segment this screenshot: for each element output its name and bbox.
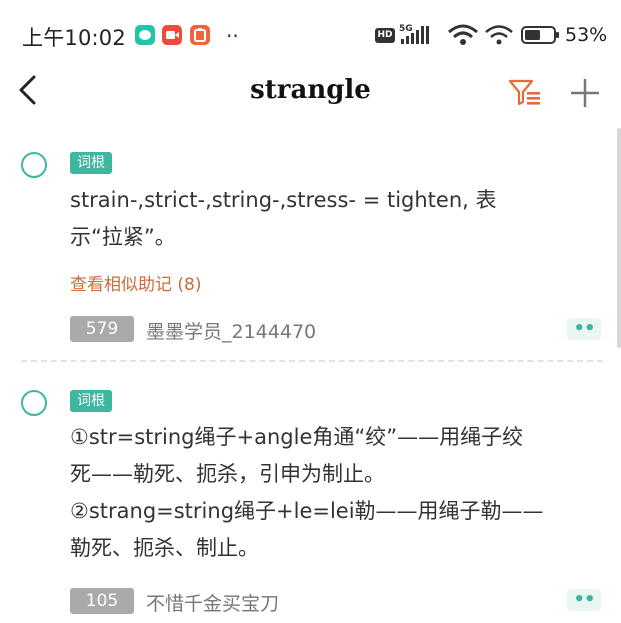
author-name: 墨墨学员_2144470	[146, 321, 317, 343]
select-radio[interactable]	[21, 390, 47, 416]
like-count-badge: 105	[70, 588, 134, 614]
entry-divider	[21, 360, 603, 362]
category-tag: 词根	[70, 152, 112, 174]
mnemonic-line: ①str=string绳子+angle角通“绞”——用绳子绞	[70, 425, 524, 449]
mnemonic-line: 死——勒死、扼杀，引申为制止。	[70, 462, 385, 486]
status-time: 上午10:02	[22, 26, 126, 50]
mnemonic-text: ①str=string绳子+angle角通“绞”——用绳子绞 死——勒死、扼杀，…	[70, 419, 605, 567]
video-app-icon	[162, 25, 182, 45]
wifi-secondary-icon	[485, 25, 513, 45]
more-options-button[interactable]: ••	[567, 318, 601, 340]
message-app-icon	[135, 25, 155, 45]
wifi-icon	[448, 24, 478, 45]
mnemonic-line: strain-,strict-,string-,stress- = tighte…	[70, 188, 497, 212]
navigation-bar: strangle	[0, 72, 621, 114]
mnemonic-line: 示“拉紧”。	[70, 225, 176, 249]
mnemonic-line: ②strang=string绳子+le=lei勒——用绳子勒——	[70, 499, 544, 523]
filter-icon[interactable]	[508, 78, 542, 108]
category-tag: 词根	[70, 390, 112, 412]
add-icon[interactable]	[568, 76, 602, 110]
select-radio[interactable]	[21, 152, 47, 178]
mnemonic-line: 勒死、扼杀、制止。	[70, 536, 259, 560]
like-count-badge: 579	[70, 316, 134, 342]
hd-icon: HD	[375, 28, 395, 43]
status-bar: 上午10:02 ·· HD 5G 53%	[0, 0, 621, 72]
battery-percent: 53%	[565, 24, 608, 46]
more-options-button[interactable]: ••	[567, 589, 601, 611]
more-notifications-icon: ··	[226, 24, 239, 48]
view-similar-link[interactable]: 查看相似助记 (8)	[70, 270, 201, 295]
mnemonic-text: strain-,strict-,string-,stress- = tighte…	[70, 182, 605, 256]
cellular-signal-icon	[401, 26, 429, 44]
clipboard-app-icon	[190, 25, 210, 45]
battery-icon	[521, 26, 559, 44]
author-name: 不惜千金买宝刀	[146, 593, 280, 615]
scrollbar[interactable]	[617, 128, 621, 348]
